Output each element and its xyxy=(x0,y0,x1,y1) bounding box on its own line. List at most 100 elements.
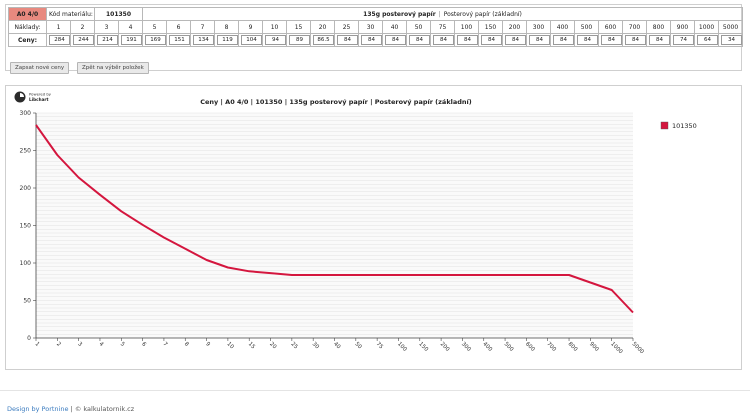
price-cell: 84 xyxy=(454,33,480,47)
x-tick-label: 800 xyxy=(567,341,579,353)
y-tick-label: 250 xyxy=(20,148,32,155)
x-tick-label: 2 xyxy=(55,341,62,348)
x-tick-label: 900 xyxy=(588,341,600,353)
price-line-chart: Ceny | A0 4/0 | 101350 | 135g posterový … xyxy=(20,97,697,356)
header-row: A0 4/0 Kód materiálu: 101350 135g poster… xyxy=(8,7,744,21)
x-tick-label: 75 xyxy=(375,341,385,351)
x-tick-label: 200 xyxy=(439,341,451,353)
x-tick-label: 4 xyxy=(98,341,105,348)
price-input[interactable]: 34 xyxy=(721,35,742,45)
price-cell: 84 xyxy=(526,33,552,47)
quantity-cell: 2 xyxy=(69,20,96,34)
portnine-link[interactable]: Design by Portnine xyxy=(7,405,68,413)
price-cell: 84 xyxy=(598,33,624,47)
price-cell: 134 xyxy=(190,33,216,47)
quantity-cell: 50 xyxy=(406,20,432,34)
price-cell: 84 xyxy=(574,33,600,47)
price-input[interactable]: 84 xyxy=(409,35,430,45)
quantity-cell: 7 xyxy=(190,20,216,34)
quantity-cell: 100 xyxy=(454,20,480,34)
footer-copyright: © kalkulatornik.cz xyxy=(74,405,135,413)
price-cell: 84 xyxy=(334,33,360,47)
price-input[interactable]: 84 xyxy=(553,35,574,45)
price-input[interactable]: 214 xyxy=(97,35,118,45)
x-tick-label: 40 xyxy=(332,341,342,351)
price-input[interactable]: 64 xyxy=(697,35,718,45)
price-input[interactable]: 84 xyxy=(385,35,406,45)
price-input[interactable]: 74 xyxy=(673,35,694,45)
quantity-cell: 5 xyxy=(142,20,168,34)
x-tick-label: 1 xyxy=(34,341,41,348)
price-input[interactable]: 84 xyxy=(337,35,358,45)
chart-title: Ceny | A0 4/0 | 101350 | 135g posterový … xyxy=(200,97,472,107)
price-cell: 84 xyxy=(478,33,504,47)
quantities-row: Náklady: 1 2 3 4 5 6 7 8 9 10 15 20 25 30 40 50 75 100 150… xyxy=(8,20,744,34)
price-cell: 214 xyxy=(94,33,120,47)
price-input[interactable]: 84 xyxy=(505,35,526,45)
price-cell: 84 xyxy=(622,33,648,47)
x-tick-label: 9 xyxy=(204,341,211,348)
price-input[interactable]: 86.5 xyxy=(313,35,334,45)
quantity-cell: 900 xyxy=(670,20,696,34)
quantity-cell: 3 xyxy=(94,20,120,34)
price-cell: 84 xyxy=(430,33,456,47)
price-input[interactable]: 84 xyxy=(529,35,550,45)
x-tick-label: 100 xyxy=(396,341,408,353)
material-name-bold: 135g posterový papír xyxy=(363,10,436,18)
quantity-cell: 30 xyxy=(358,20,384,34)
x-tick-label: 150 xyxy=(417,341,429,353)
price-input[interactable]: 151 xyxy=(169,35,190,45)
quantity-cell: 400 xyxy=(550,20,576,34)
price-cell: 169 xyxy=(142,33,168,47)
x-tick-label: 700 xyxy=(545,341,557,353)
price-table: A0 4/0 Kód materiálu: 101350 135g poster… xyxy=(8,7,744,47)
price-input[interactable]: 191 xyxy=(121,35,142,45)
price-cell: 64 xyxy=(694,33,720,47)
y-tick-label: 150 xyxy=(20,223,32,230)
quantity-cell: 10 xyxy=(262,20,288,34)
x-tick-label: 15 xyxy=(247,341,257,351)
x-tick-label: 3 xyxy=(76,341,83,348)
price-input[interactable]: 89 xyxy=(289,35,310,45)
save-prices-button[interactable]: Zapsat nové ceny xyxy=(10,62,70,74)
price-input[interactable]: 104 xyxy=(241,35,262,45)
price-input[interactable]: 284 xyxy=(49,35,70,45)
price-input[interactable]: 134 xyxy=(193,35,214,45)
format-badge: A0 4/0 xyxy=(8,7,47,21)
y-tick-label: 50 xyxy=(23,298,31,305)
quantity-cell: 500 xyxy=(574,20,600,34)
price-input[interactable]: 169 xyxy=(145,35,166,45)
y-tick-label: 300 xyxy=(20,110,32,117)
price-input[interactable]: 84 xyxy=(625,35,646,45)
price-input[interactable]: 84 xyxy=(361,35,382,45)
y-tick-label: 200 xyxy=(20,185,32,192)
price-input[interactable]: 84 xyxy=(601,35,622,45)
quantity-cell: 200 xyxy=(502,20,528,34)
quantity-cell: 75 xyxy=(430,20,456,34)
price-input[interactable]: 244 xyxy=(73,35,94,45)
price-input[interactable]: 94 xyxy=(265,35,286,45)
quantity-cell: 20 xyxy=(310,20,336,34)
price-input[interactable]: 84 xyxy=(433,35,454,45)
price-input[interactable]: 119 xyxy=(217,35,238,45)
price-input[interactable]: 84 xyxy=(649,35,670,45)
price-cell: 84 xyxy=(358,33,384,47)
x-tick-label: 300 xyxy=(460,341,472,353)
price-input[interactable]: 84 xyxy=(577,35,598,45)
price-input[interactable]: 84 xyxy=(481,35,502,45)
material-code: 101350 xyxy=(94,7,144,21)
quantity-cell: 40 xyxy=(382,20,408,34)
material-separator: | xyxy=(438,10,441,18)
price-cell: 191 xyxy=(118,33,144,47)
x-tick-label: 600 xyxy=(524,341,536,353)
back-to-items-button[interactable]: Zpět na výběr položek xyxy=(77,62,149,74)
quantity-cell: 15 xyxy=(286,20,312,34)
quantity-cell: 600 xyxy=(598,20,624,34)
x-tick-label: 5 xyxy=(119,341,126,348)
x-tick-label: 5000 xyxy=(631,341,645,355)
price-cell: 104 xyxy=(238,33,264,47)
price-input[interactable]: 84 xyxy=(457,35,478,45)
quantity-cell: 300 xyxy=(526,20,552,34)
price-cell: 89 xyxy=(286,33,312,47)
quantity-cell: 1000 xyxy=(694,20,720,34)
